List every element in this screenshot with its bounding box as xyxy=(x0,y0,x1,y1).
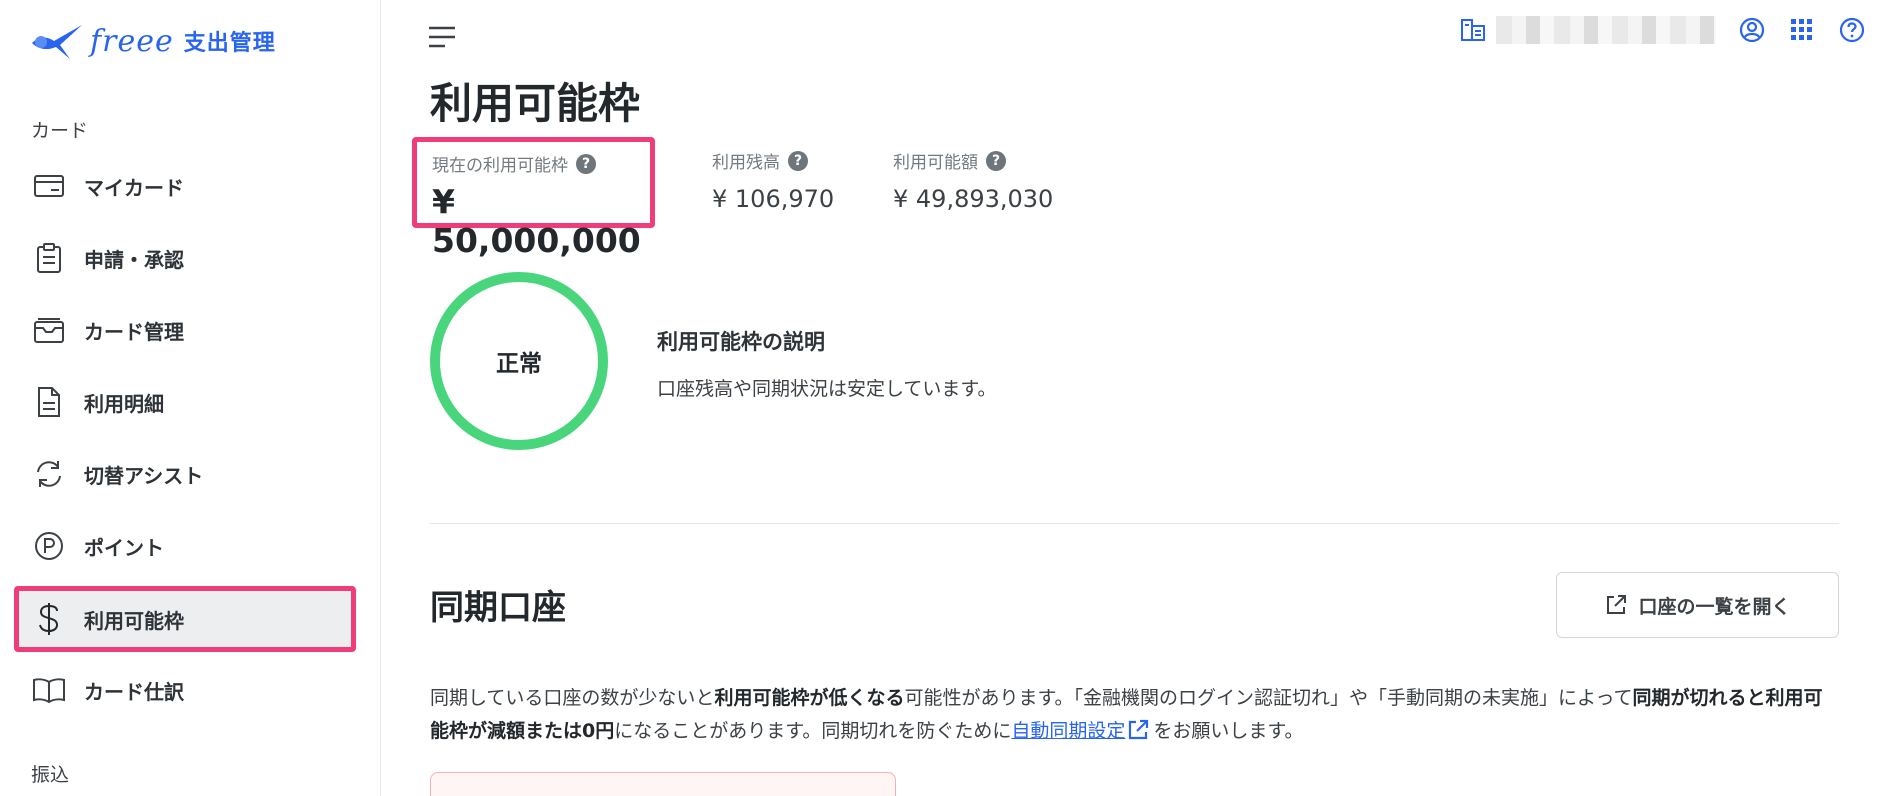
notice-emphasis: 利用可能枠が低くなる xyxy=(714,687,905,709)
external-link-icon xyxy=(1604,593,1628,617)
available-amount-value: ¥ 49,893,030 xyxy=(893,185,1054,213)
limit-explanation-text: 口座残高や同期状況は安定しています。 xyxy=(657,378,997,400)
sidebar-item-points[interactable]: ポイント xyxy=(14,515,356,577)
help-question-icon[interactable]: ? xyxy=(788,150,808,171)
notice-text: 同期している口座の数が少ないと xyxy=(430,687,715,709)
sidebar-item-label: ポイント xyxy=(84,535,164,560)
book-icon xyxy=(32,673,66,707)
section-label-transfer: 振込 xyxy=(31,764,70,786)
current-limit-label: 現在の利用可能枠 xyxy=(432,156,568,176)
sidebar-item-label: 申請・承認 xyxy=(84,247,184,272)
alert-box xyxy=(430,772,896,796)
sidebar-item-label: 切替アシスト xyxy=(84,463,204,488)
user-circle-icon xyxy=(1739,17,1765,43)
bird-logo-icon xyxy=(32,25,82,59)
sidebar-item-my-card[interactable]: マイカード xyxy=(14,155,356,217)
company-name-blurred[interactable] xyxy=(1496,16,1716,44)
company-icon xyxy=(1458,15,1488,45)
card-stack-icon xyxy=(32,313,66,347)
help-question-icon[interactable]: ? xyxy=(986,150,1006,171)
sidebar-item-label: マイカード xyxy=(84,175,184,200)
header-toolbar xyxy=(1458,8,1884,52)
product-name: 支出管理 xyxy=(183,31,276,56)
document-icon xyxy=(32,385,66,419)
sidebar-item-requests[interactable]: 申請・承認 xyxy=(14,227,356,289)
balance-stat: 利用残高 ? ¥ 106,970 xyxy=(712,148,834,213)
balance-value: ¥ 106,970 xyxy=(712,185,835,213)
help-circle-icon xyxy=(1839,17,1865,43)
sidebar-item-credit-limit[interactable]: 利用可能枠 xyxy=(14,586,356,652)
notice-text: をお願いします。 xyxy=(1153,720,1304,742)
sidebar-item-card-management[interactable]: カード管理 xyxy=(14,299,356,361)
notice-text: になることがあります。同期切れを防ぐために xyxy=(614,720,1012,742)
brand-wordmark: freee xyxy=(90,23,174,59)
status-ring: 正常 xyxy=(430,272,608,450)
help-button[interactable] xyxy=(1834,12,1870,48)
point-icon xyxy=(32,529,66,563)
sync-accounts-title: 同期口座 xyxy=(430,588,566,628)
sidebar-item-statements[interactable]: 利用明細 xyxy=(14,371,356,433)
clipboard-icon xyxy=(32,241,66,275)
menu-icon xyxy=(429,26,455,48)
refresh-icon xyxy=(32,457,66,491)
sidebar-item-label: 利用可能枠 xyxy=(84,608,184,633)
grid-apps-icon xyxy=(1791,19,1812,40)
current-limit-value: ¥ 50,000,000 xyxy=(432,182,641,260)
available-amount-label: 利用可能額 xyxy=(893,153,978,173)
freee-logo[interactable]: freee 支出管理 xyxy=(30,16,276,66)
sync-notice: 同期している口座の数が少ないと利用可能枠が低くなる可能性があります。「金融機関の… xyxy=(430,682,1840,748)
dollar-icon xyxy=(32,602,66,636)
open-account-list-label: 口座の一覧を開く xyxy=(1638,596,1791,618)
current-limit-stat: 現在の利用可能枠 ? ¥ 50,000,000 xyxy=(412,137,655,260)
sidebar-item-card-journal[interactable]: カード仕訳 xyxy=(14,659,356,721)
sidebar-item-label: カード仕訳 xyxy=(84,679,184,704)
open-account-list-button[interactable]: 口座の一覧を開く xyxy=(1556,572,1839,638)
notice-text: 可能性があります。「金融機関のログイン認証切れ」や「手動同期の未実施」によって xyxy=(904,687,1633,709)
sidebar-item-label: カード管理 xyxy=(84,319,184,344)
hamburger-menu-button[interactable] xyxy=(424,22,460,52)
auto-sync-settings-link[interactable]: 自動同期設定 xyxy=(1011,720,1125,742)
apps-button[interactable] xyxy=(1784,12,1820,48)
account-button[interactable] xyxy=(1734,12,1770,48)
card-icon xyxy=(32,169,66,203)
section-label-card: カード xyxy=(31,120,89,142)
page-title: 利用可能枠 xyxy=(430,79,641,128)
help-question-icon[interactable]: ? xyxy=(576,153,596,174)
section-divider xyxy=(430,523,1839,524)
available-amount-stat: 利用可能額 ? ¥ 49,893,030 xyxy=(893,148,1053,213)
status-text: 正常 xyxy=(496,351,542,377)
sidebar: freee 支出管理 カード マイカード 申請・承認 カード管理 利用明細 切替… xyxy=(0,0,381,796)
sidebar-item-switch-assist[interactable]: 切替アシスト xyxy=(14,443,356,505)
external-link-icon[interactable] xyxy=(1127,719,1149,741)
balance-label: 利用残高 xyxy=(712,153,780,173)
sidebar-item-label: 利用明細 xyxy=(84,391,164,416)
limit-explanation-title: 利用可能枠の説明 xyxy=(657,330,825,354)
